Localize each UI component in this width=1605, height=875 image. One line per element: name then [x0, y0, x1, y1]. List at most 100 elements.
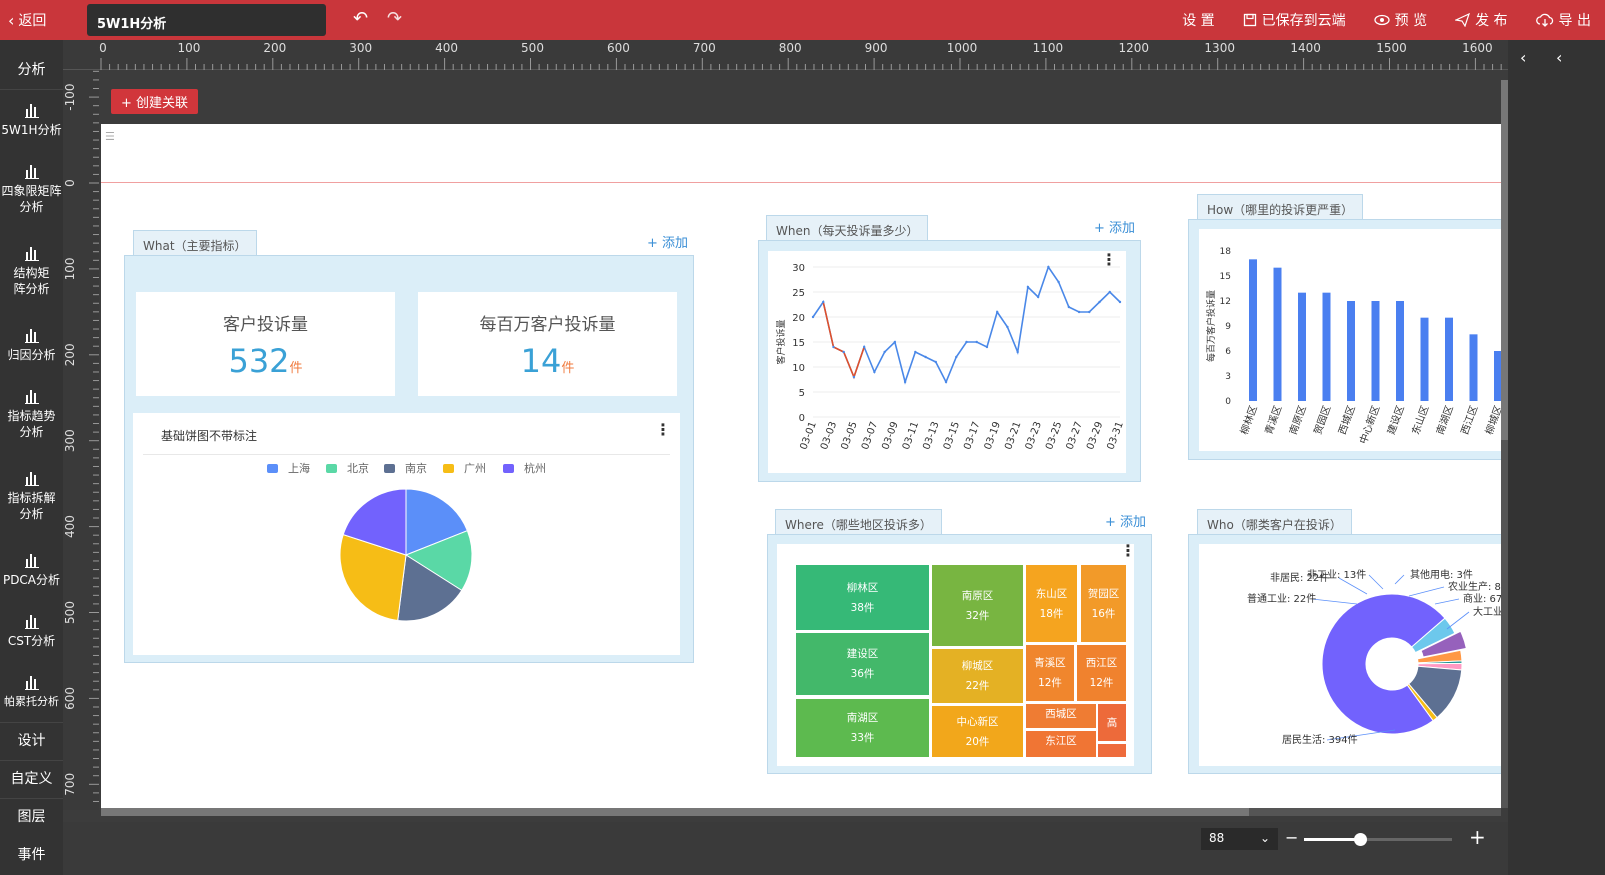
zoom-select[interactable]: 88 ⌄ [1201, 828, 1278, 850]
ruler-horizontal: 0 100 200 300 400 500 600 700 800 900 1000 1100 1200… [63, 40, 1508, 70]
treemap-cell[interactable]: 柳城区 22件 [932, 649, 1023, 703]
sidebar-item-trend[interactable]: 指标趋势分析 [0, 388, 63, 440]
back-button[interactable]: ‹ 返回 [8, 10, 46, 30]
treemap-cell[interactable]: 青溪区 12件 [1026, 645, 1074, 701]
ruler-label: 100 [63, 257, 77, 280]
data-point [914, 350, 917, 354]
legend-swatch [326, 464, 337, 473]
bar [1347, 301, 1355, 401]
y-tick-label: 12 [1220, 297, 1231, 307]
zoom-in-icon[interactable]: + [1469, 825, 1486, 849]
create-link-button[interactable]: + 创建关联 [111, 89, 198, 114]
treemap-cell[interactable]: 南原区 32件 [932, 565, 1023, 646]
sidebar-item-quadrant[interactable]: 四象限矩阵分析 [0, 163, 63, 215]
legend-label: 广州 [464, 462, 486, 475]
treemap-cell[interactable]: 东江区 [1026, 731, 1096, 757]
treemap-cell[interactable]: 东山区 18件 [1026, 565, 1077, 642]
publish-button[interactable]: 发 布 [1455, 10, 1508, 30]
what-add-button[interactable]: + 添加 [647, 232, 688, 251]
how-panel-tab[interactable]: How（哪里的投诉更严重） [1197, 194, 1364, 221]
ruler-label: 500 [521, 41, 544, 55]
sidebar-item-attribution[interactable]: 归因分析 [0, 327, 63, 363]
slice-label: 其他用电: 3件 [1410, 568, 1473, 581]
treemap-cell[interactable] [1098, 744, 1126, 757]
treemap-cell[interactable]: 中心新区 20件 [932, 706, 1023, 757]
pie-chart-card: 基础饼图不带标注 ⋮ 上海 北京 南京 广州 杭州 [133, 413, 680, 655]
x-tick-label: 柳林区 [1237, 404, 1259, 437]
zoom-out-icon[interactable]: − [1285, 828, 1298, 847]
data-point [832, 345, 835, 349]
treemap-cell[interactable]: 建设区 36件 [796, 633, 929, 695]
treemap-cell[interactable]: 高 [1098, 704, 1126, 741]
sidebar-item-pdca[interactable]: PDCA分析 [0, 552, 63, 588]
when-panel-tab[interactable]: When（每天投诉量多少） [766, 215, 929, 242]
sidebar-tab-layers[interactable]: 图层 [0, 809, 63, 825]
zoom-slider[interactable] [1304, 833, 1452, 846]
undo-icon[interactable]: ↶ [353, 8, 368, 29]
treemap-cell[interactable]: 柳林区 38件 [796, 565, 929, 630]
top-actions: 设 置 已保存到云端 预 览 发 布 导 出 [1182, 0, 1591, 40]
data-point [1036, 295, 1040, 299]
collapse-left-icon[interactable]: ‹ [1520, 48, 1526, 67]
sidebar-item-pareto[interactable]: 帕累托分析 [0, 674, 63, 710]
report-page[interactable]: ☰ What（主要指标） + 添加 客户投诉量 532件 每百万客户投诉量 14… [101, 124, 1501, 808]
save-icon [1243, 13, 1256, 27]
donut-chart: 居民生活: 394件普通工业: 22件非居民: 22件非工业: 13件 其他用电:… [1247, 568, 1501, 746]
data-point [822, 300, 825, 304]
treemap-cell-value: 32件 [965, 609, 990, 622]
scroll-thumb[interactable] [1501, 80, 1508, 440]
sidebar-tab-custom[interactable]: 自定义 [0, 771, 63, 787]
treemap-cell[interactable]: 西城区 [1026, 704, 1096, 728]
sidebar-item-cst[interactable]: CST分析 [0, 613, 63, 649]
settings-button[interactable]: 设 置 [1182, 10, 1214, 30]
how-panel: 0 3 6 9 12 15 18 每百万客户投诉量 柳林区 青溪区 南原区 贺园区 西城区 中心新区 建设区… [1188, 219, 1501, 460]
x-tick-label: 03-07 [860, 420, 880, 451]
sidebar-item-structure[interactable]: 结构矩阵分析 [0, 245, 63, 297]
legend-label: 南京 [405, 461, 427, 475]
sidebar-tab-events[interactable]: 事件 [0, 847, 63, 875]
bar [1371, 301, 1380, 401]
preview-button[interactable]: 预 览 [1373, 10, 1427, 30]
treemap-cell-name: 建设区 [846, 648, 879, 660]
x-tick-label: 03-25 [1044, 420, 1064, 451]
treemap-cell[interactable]: 西江区 12件 [1077, 645, 1126, 701]
vertical-scrollbar[interactable] [1501, 80, 1508, 808]
report-title-field[interactable]: 5W1H分析 [87, 4, 326, 36]
treemap-cell[interactable]: 贺园区 16件 [1081, 565, 1126, 642]
data-point [1016, 350, 1019, 354]
x-tick-label: 青溪区 [1262, 404, 1284, 437]
ruler-label: 400 [435, 41, 458, 55]
y-tick-label: 5 [799, 388, 805, 399]
kpi-number: 14 [520, 342, 562, 380]
zoom-slider-handle[interactable] [1353, 833, 1367, 846]
where-add-button[interactable]: + 添加 [1105, 511, 1146, 530]
where-panel-tab[interactable]: Where（哪些地区投诉多） [775, 509, 942, 536]
ruler-ticks: -100 0 100 200 300 400 500 600 700 [63, 70, 99, 802]
label-leader [1446, 611, 1470, 630]
save-cloud-button[interactable]: 已保存到云端 [1243, 10, 1346, 30]
more-options-icon[interactable]: ⋮ [655, 422, 671, 438]
drag-handle-icon[interactable]: ☰ [105, 130, 115, 143]
scroll-thumb[interactable] [101, 808, 1249, 816]
ruler-label: 900 [865, 41, 888, 55]
slice-label: 大工业用 [1473, 605, 1501, 618]
who-panel-tab[interactable]: Who（哪类客户在投诉） [1197, 509, 1352, 536]
sidebar-item-analysis[interactable]: 分析 [0, 62, 63, 78]
sidebar-tab-design[interactable]: 设计 [0, 733, 63, 749]
export-button[interactable]: 导 出 [1535, 10, 1591, 30]
pie-chart: 上海 北京 南京 广州 杭州 [267, 461, 546, 622]
horizontal-scrollbar[interactable] [101, 808, 1501, 816]
data-point [811, 315, 815, 319]
sidebar-item-breakdown[interactable]: 指标拆解分析 [0, 470, 63, 522]
label-leader [1394, 574, 1405, 585]
collapse-right-icon[interactable]: ‹ [1556, 48, 1562, 67]
kpi-number: 532 [228, 342, 290, 380]
sidebar-item-5w1h[interactable]: 5W1H分析 [0, 102, 63, 138]
redo-icon[interactable]: ↷ [387, 8, 402, 29]
treemap-cell-value: 20件 [965, 735, 990, 748]
more-options-icon[interactable]: ⋮ [1120, 543, 1136, 559]
data-point [1006, 325, 1009, 329]
treemap-cell[interactable]: 南湖区 33件 [796, 699, 929, 757]
what-panel-tab[interactable]: What（主要指标） [133, 230, 257, 257]
when-add-button[interactable]: + 添加 [1094, 217, 1135, 236]
